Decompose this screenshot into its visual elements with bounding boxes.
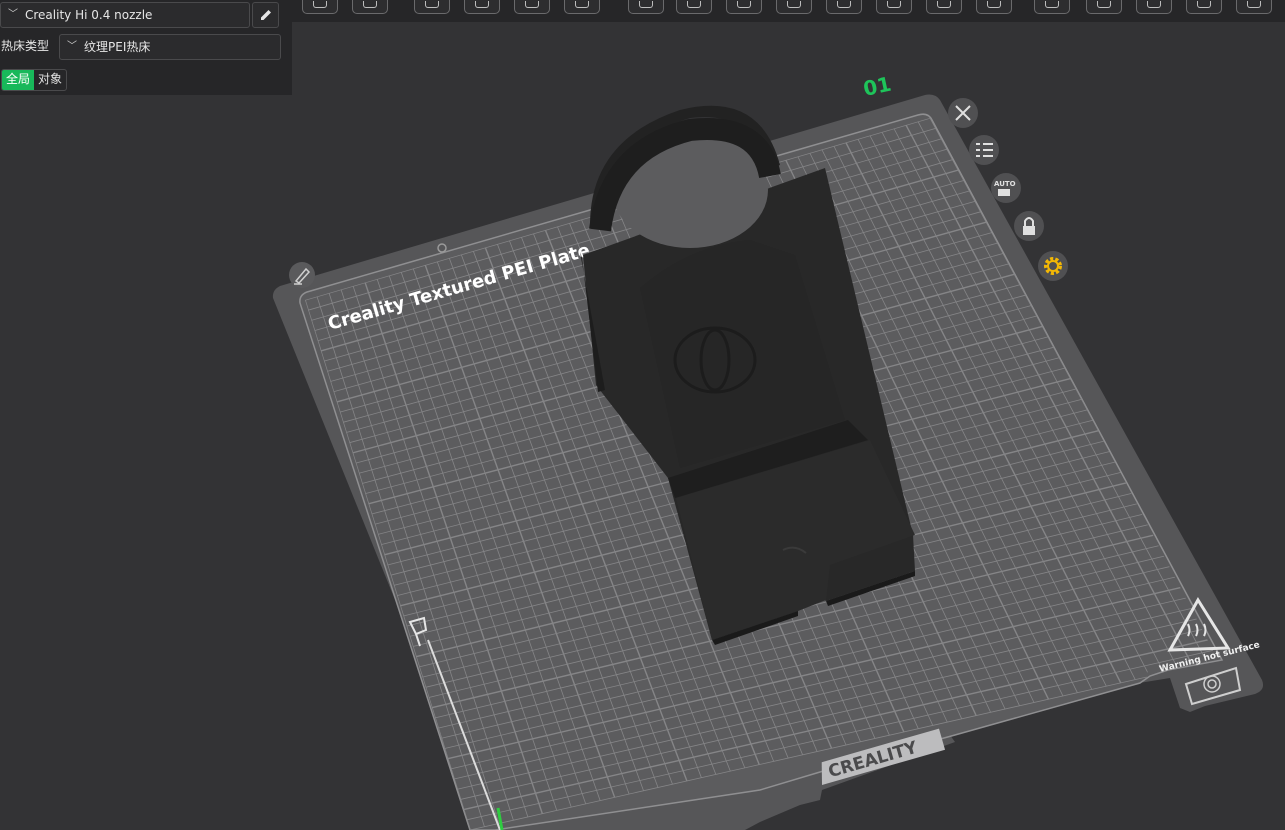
toolbar-button-emboss[interactable] [1034, 0, 1070, 14]
edit-plate-name-icon[interactable] [289, 262, 315, 288]
bed-type-value: 纹理PEI热床 [84, 40, 151, 54]
printer-preset-label: Creality Hi 0.4 nozzle [25, 8, 153, 22]
scale-icon [1197, 1, 1211, 8]
toolbar-button-seam[interactable] [926, 0, 962, 14]
tab-object[interactable]: 对象 [34, 70, 66, 90]
lock-plate-button[interactable] [1014, 211, 1044, 241]
scope-toggle: 全局 对象 [1, 69, 68, 91]
assembly-icon [887, 1, 901, 8]
chevron-down-icon: ﹀ [67, 41, 77, 52]
toolbar-button-layout[interactable] [514, 0, 550, 14]
grid-icon [363, 1, 377, 8]
toolbar-button-scale[interactable] [1186, 0, 1222, 14]
plate-list-button[interactable] [969, 135, 999, 165]
auto-arrange-button[interactable]: AUTO [991, 173, 1021, 203]
toolbar-button-variable-layer[interactable] [1086, 0, 1122, 14]
printer-preset-select[interactable]: ﹀ Creality Hi 0.4 nozzle [0, 2, 250, 28]
text-icon [987, 1, 1001, 8]
emboss-icon [1045, 1, 1059, 8]
settings-panel: ﹀ Creality Hi 0.4 nozzle 热床类型 ﹀ 纹理PEI热床 … [0, 0, 292, 95]
toolbar-button-measure[interactable] [826, 0, 862, 14]
toolbar-button-orient[interactable] [414, 0, 450, 14]
settings-icon [1247, 1, 1261, 8]
orient-icon [425, 1, 439, 8]
toolbar-button-text[interactable] [976, 0, 1012, 14]
toolbar-button-paint[interactable] [776, 0, 812, 14]
paint-icon [787, 1, 801, 8]
split-icon [575, 1, 589, 8]
toolbar-button-support[interactable] [726, 0, 762, 14]
support-icon [737, 1, 751, 8]
auto-arrange-icon: AUTO [994, 180, 1016, 188]
tab-global[interactable]: 全局 [2, 70, 35, 90]
toolbar-button-arrange[interactable] [464, 0, 500, 14]
brim-icon [1147, 1, 1161, 8]
chevron-down-icon: ﹀ [8, 9, 18, 20]
toolbar-button-plate[interactable] [628, 0, 664, 14]
add-icon [313, 1, 327, 8]
toolbar-button-add[interactable] [302, 0, 338, 14]
arrange-icon [475, 1, 489, 8]
measure-icon [837, 1, 851, 8]
close-plate-button[interactable] [948, 98, 978, 128]
plate-settings-button[interactable] [1038, 251, 1068, 281]
top-toolbar [292, 0, 1285, 22]
variable-layer-icon [1097, 1, 1111, 8]
bed-type-label: 热床类型 [1, 39, 50, 53]
layout-icon [525, 1, 539, 8]
toolbar-button-brim[interactable] [1136, 0, 1172, 14]
plate-number: 01 [861, 72, 893, 101]
pencil-icon [260, 10, 271, 20]
cut-icon [687, 1, 701, 8]
seam-icon [937, 1, 951, 8]
edit-printer-button[interactable] [252, 2, 279, 28]
toolbar-button-split[interactable] [564, 0, 600, 14]
toolbar-button-grid[interactable] [352, 0, 388, 14]
3d-viewport[interactable]: Creality Textured PEI Plate 01 CREALITY … [0, 0, 1285, 830]
toolbar-button-settings[interactable] [1236, 0, 1272, 14]
toolbar-button-cut[interactable] [676, 0, 712, 14]
toolbar-button-assembly[interactable] [876, 0, 912, 14]
bed-type-select[interactable]: ﹀ 纹理PEI热床 [59, 34, 281, 60]
plate-icon [639, 1, 653, 8]
